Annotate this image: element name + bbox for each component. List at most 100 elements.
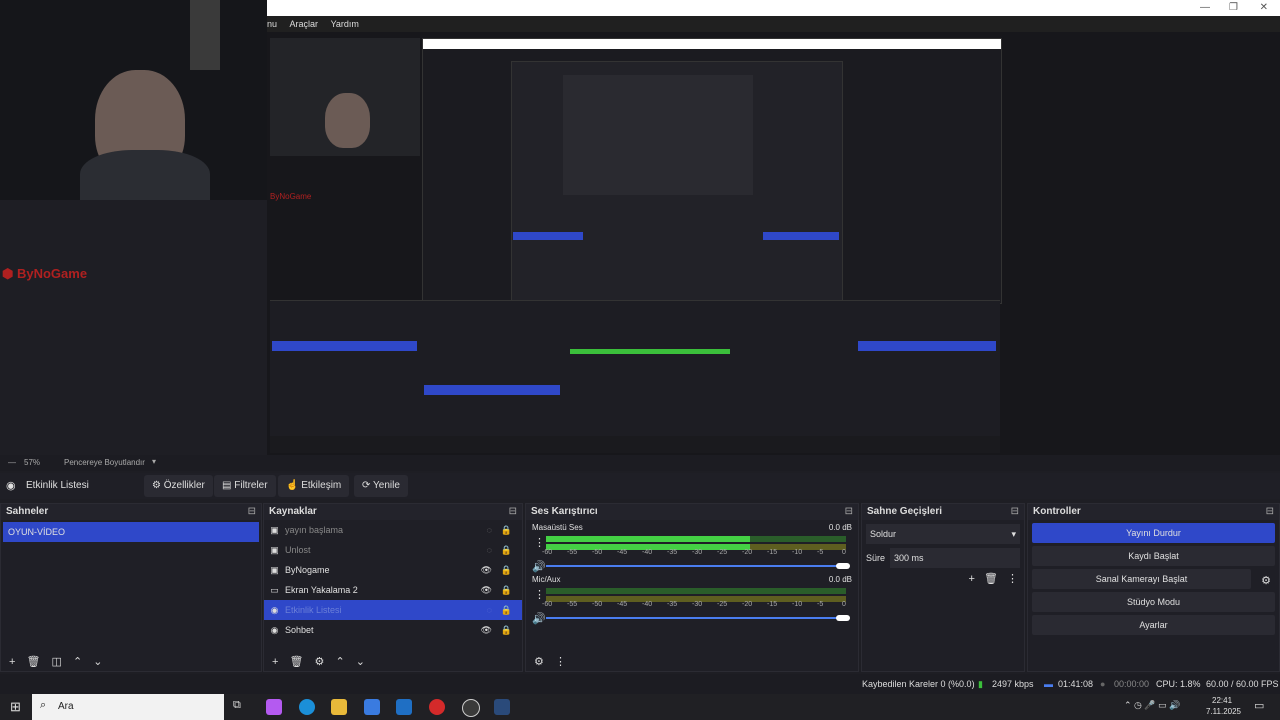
scale-mode[interactable]: Pencereye Boyutlandır — [64, 458, 145, 467]
watermark-small: ByNoGame — [270, 192, 312, 201]
settings-button[interactable]: Ayarlar — [1032, 615, 1275, 635]
lock-icon[interactable]: 🔒 — [501, 620, 512, 640]
volume-slider[interactable] — [546, 563, 850, 569]
obs-icon[interactable] — [462, 699, 480, 717]
move-down-icon[interactable]: ⌄ — [93, 653, 102, 671]
panel-menu-icon[interactable]: ⊟ — [1011, 504, 1019, 520]
meter-tick-label: -50 — [592, 549, 603, 556]
menu-item-help[interactable]: Yardım — [331, 16, 359, 32]
start-recording-button[interactable]: Kaydı Başlat — [1032, 546, 1275, 566]
stop-stream-button[interactable]: Yayını Durdur — [1032, 523, 1275, 543]
mixer-menu-icon[interactable]: ⋮ — [555, 653, 566, 671]
edge-icon[interactable] — [299, 699, 315, 715]
properties-button[interactable]: ⚙ Özellikler — [144, 475, 213, 497]
rec-time: 00:00:00 — [1114, 679, 1150, 689]
channel-menu-icon[interactable]: ⋮ — [534, 536, 545, 549]
meter-tick-label: -30 — [692, 549, 703, 556]
trash-icon[interactable]: 🗑 — [27, 653, 41, 671]
volume-slider[interactable] — [546, 615, 850, 621]
panel-menu-icon[interactable]: ⊟ — [1266, 504, 1274, 520]
scene-transitions-panel: Sahne Geçişleri ⊟ Soldur ▾ Süre 300 ms + … — [861, 503, 1025, 672]
interact-button[interactable]: ☝ Etkileşim — [278, 475, 350, 497]
source-item[interactable]: ▣ ByNogame 👁 🔒 — [264, 560, 522, 580]
search-icon: ⌕ — [40, 699, 47, 711]
meter-tick-label: -25 — [717, 549, 728, 556]
hidden-eye-icon[interactable]: ◌ — [487, 600, 492, 620]
maximize-icon[interactable]: ❐ — [1229, 2, 1238, 13]
menu-item-file[interactable]: nu — [267, 16, 277, 32]
panel-menu-icon[interactable]: ⊟ — [845, 504, 853, 520]
add-icon[interactable]: + — [9, 653, 15, 671]
lock-icon[interactable]: 🔒 — [501, 600, 512, 620]
advanced-audio-icon[interactable]: ⚙ — [534, 653, 544, 671]
minimize-icon[interactable]: — — [1200, 2, 1210, 13]
meter-tick-label: -5 — [817, 601, 824, 608]
panel-menu-icon[interactable]: ⊟ — [509, 504, 517, 520]
copilot-icon[interactable] — [266, 699, 282, 715]
notification-icon[interactable]: ▭ — [1254, 699, 1264, 712]
source-item-selected[interactable]: ◉ Etkinlik Listesi ◌ 🔒 — [264, 600, 522, 620]
gear-icon: ⚙ — [152, 480, 161, 491]
clock-date[interactable]: 7.11.2025 — [1206, 707, 1241, 716]
close-icon[interactable]: ✕ — [1260, 2, 1268, 13]
level-meter — [546, 588, 846, 594]
lock-icon[interactable]: 🔒 — [501, 520, 512, 540]
source-item[interactable]: ▭ Ekran Yakalama 2 👁 🔒 — [264, 580, 522, 600]
refresh-button[interactable]: ⟳ Yenile — [354, 475, 408, 497]
start-virtualcam-button[interactable]: Sanal Kamerayı Başlat — [1032, 569, 1251, 589]
lock-icon[interactable]: 🔒 — [501, 580, 512, 600]
watermark-text: ⬢ ByNoGame — [2, 266, 88, 281]
lock-icon[interactable]: 🔒 — [501, 560, 512, 580]
volume-icon[interactable]: 🔊 — [532, 612, 546, 625]
move-up-icon[interactable]: ⌃ — [73, 653, 82, 671]
eye-icon[interactable]: 👁 — [481, 620, 492, 640]
tray-icons[interactable]: ⌃ ◷ 🎤 ▭ 🔊 — [1124, 700, 1180, 711]
transition-menu-icon[interactable]: ⋮ — [1007, 573, 1018, 585]
meter-tick-label: -60 — [542, 549, 553, 556]
steam-icon[interactable] — [494, 699, 510, 715]
move-down-icon[interactable]: ⌄ — [356, 653, 365, 671]
studio-mode-button[interactable]: Stüdyo Modu — [1032, 592, 1275, 612]
zoom-level[interactable]: 57% — [24, 458, 40, 467]
trash-icon[interactable]: 🗑 — [290, 653, 304, 671]
taskbar-search-box[interactable]: ⌕ Ara — [32, 694, 224, 720]
opera-icon[interactable] — [429, 699, 445, 715]
add-icon[interactable]: + — [968, 573, 974, 585]
duration-input[interactable]: 300 ms — [890, 548, 1020, 568]
scene-filter-icon[interactable]: ◫ — [52, 653, 62, 671]
hidden-eye-icon[interactable]: ◌ — [487, 520, 492, 540]
gear-icon[interactable]: ⚙ — [315, 653, 325, 671]
live-time: 01:41:08 — [1058, 679, 1094, 689]
trash-icon[interactable]: 🗑 — [984, 573, 998, 585]
file-explorer-icon[interactable] — [331, 699, 347, 715]
cpu-usage: CPU: 1.8% — [1156, 679, 1201, 689]
move-up-icon[interactable]: ⌃ — [335, 653, 344, 671]
meter-tick-label: -45 — [617, 601, 628, 608]
eye-icon[interactable]: 👁 — [481, 580, 492, 600]
meter-tick-label: -20 — [742, 549, 753, 556]
clock-time[interactable]: 22:41 — [1212, 696, 1232, 705]
pointer-icon: ☝ — [286, 480, 299, 491]
source-item[interactable]: ▣ yayın başlama ◌ 🔒 — [264, 520, 522, 540]
menu-item-tools[interactable]: Araçlar — [290, 16, 319, 32]
gear-icon[interactable]: ⚙ — [1261, 574, 1271, 587]
scene-item[interactable]: OYUN-VİDEO — [3, 522, 259, 542]
panel-menu-icon[interactable]: ⊟ — [248, 504, 256, 520]
monitor-icon: ▭ — [270, 585, 279, 595]
transition-select[interactable]: Soldur ▾ — [866, 524, 1020, 544]
source-item[interactable]: ▣ Unlost ◌ 🔒 — [264, 540, 522, 560]
channel-menu-icon[interactable]: ⋮ — [534, 588, 545, 601]
hidden-eye-icon[interactable]: ◌ — [487, 540, 492, 560]
signal-icon: ▮ — [978, 679, 983, 689]
eye-icon[interactable]: 👁 — [481, 560, 492, 580]
record-icon: ● — [1100, 679, 1106, 689]
windows-start-icon[interactable]: ⊞ — [10, 699, 21, 715]
outlook-icon[interactable] — [396, 699, 412, 715]
add-icon[interactable]: + — [272, 653, 278, 671]
store-icon[interactable] — [364, 699, 380, 715]
chevron-down-icon[interactable]: ▾ — [152, 457, 156, 466]
lock-icon[interactable]: 🔒 — [501, 540, 512, 560]
filters-button[interactable]: ▤ Filtreler — [214, 475, 276, 497]
source-item[interactable]: ◉ Sohbet 👁 🔒 — [264, 620, 522, 640]
task-view-icon[interactable]: ⧉ — [233, 699, 241, 712]
